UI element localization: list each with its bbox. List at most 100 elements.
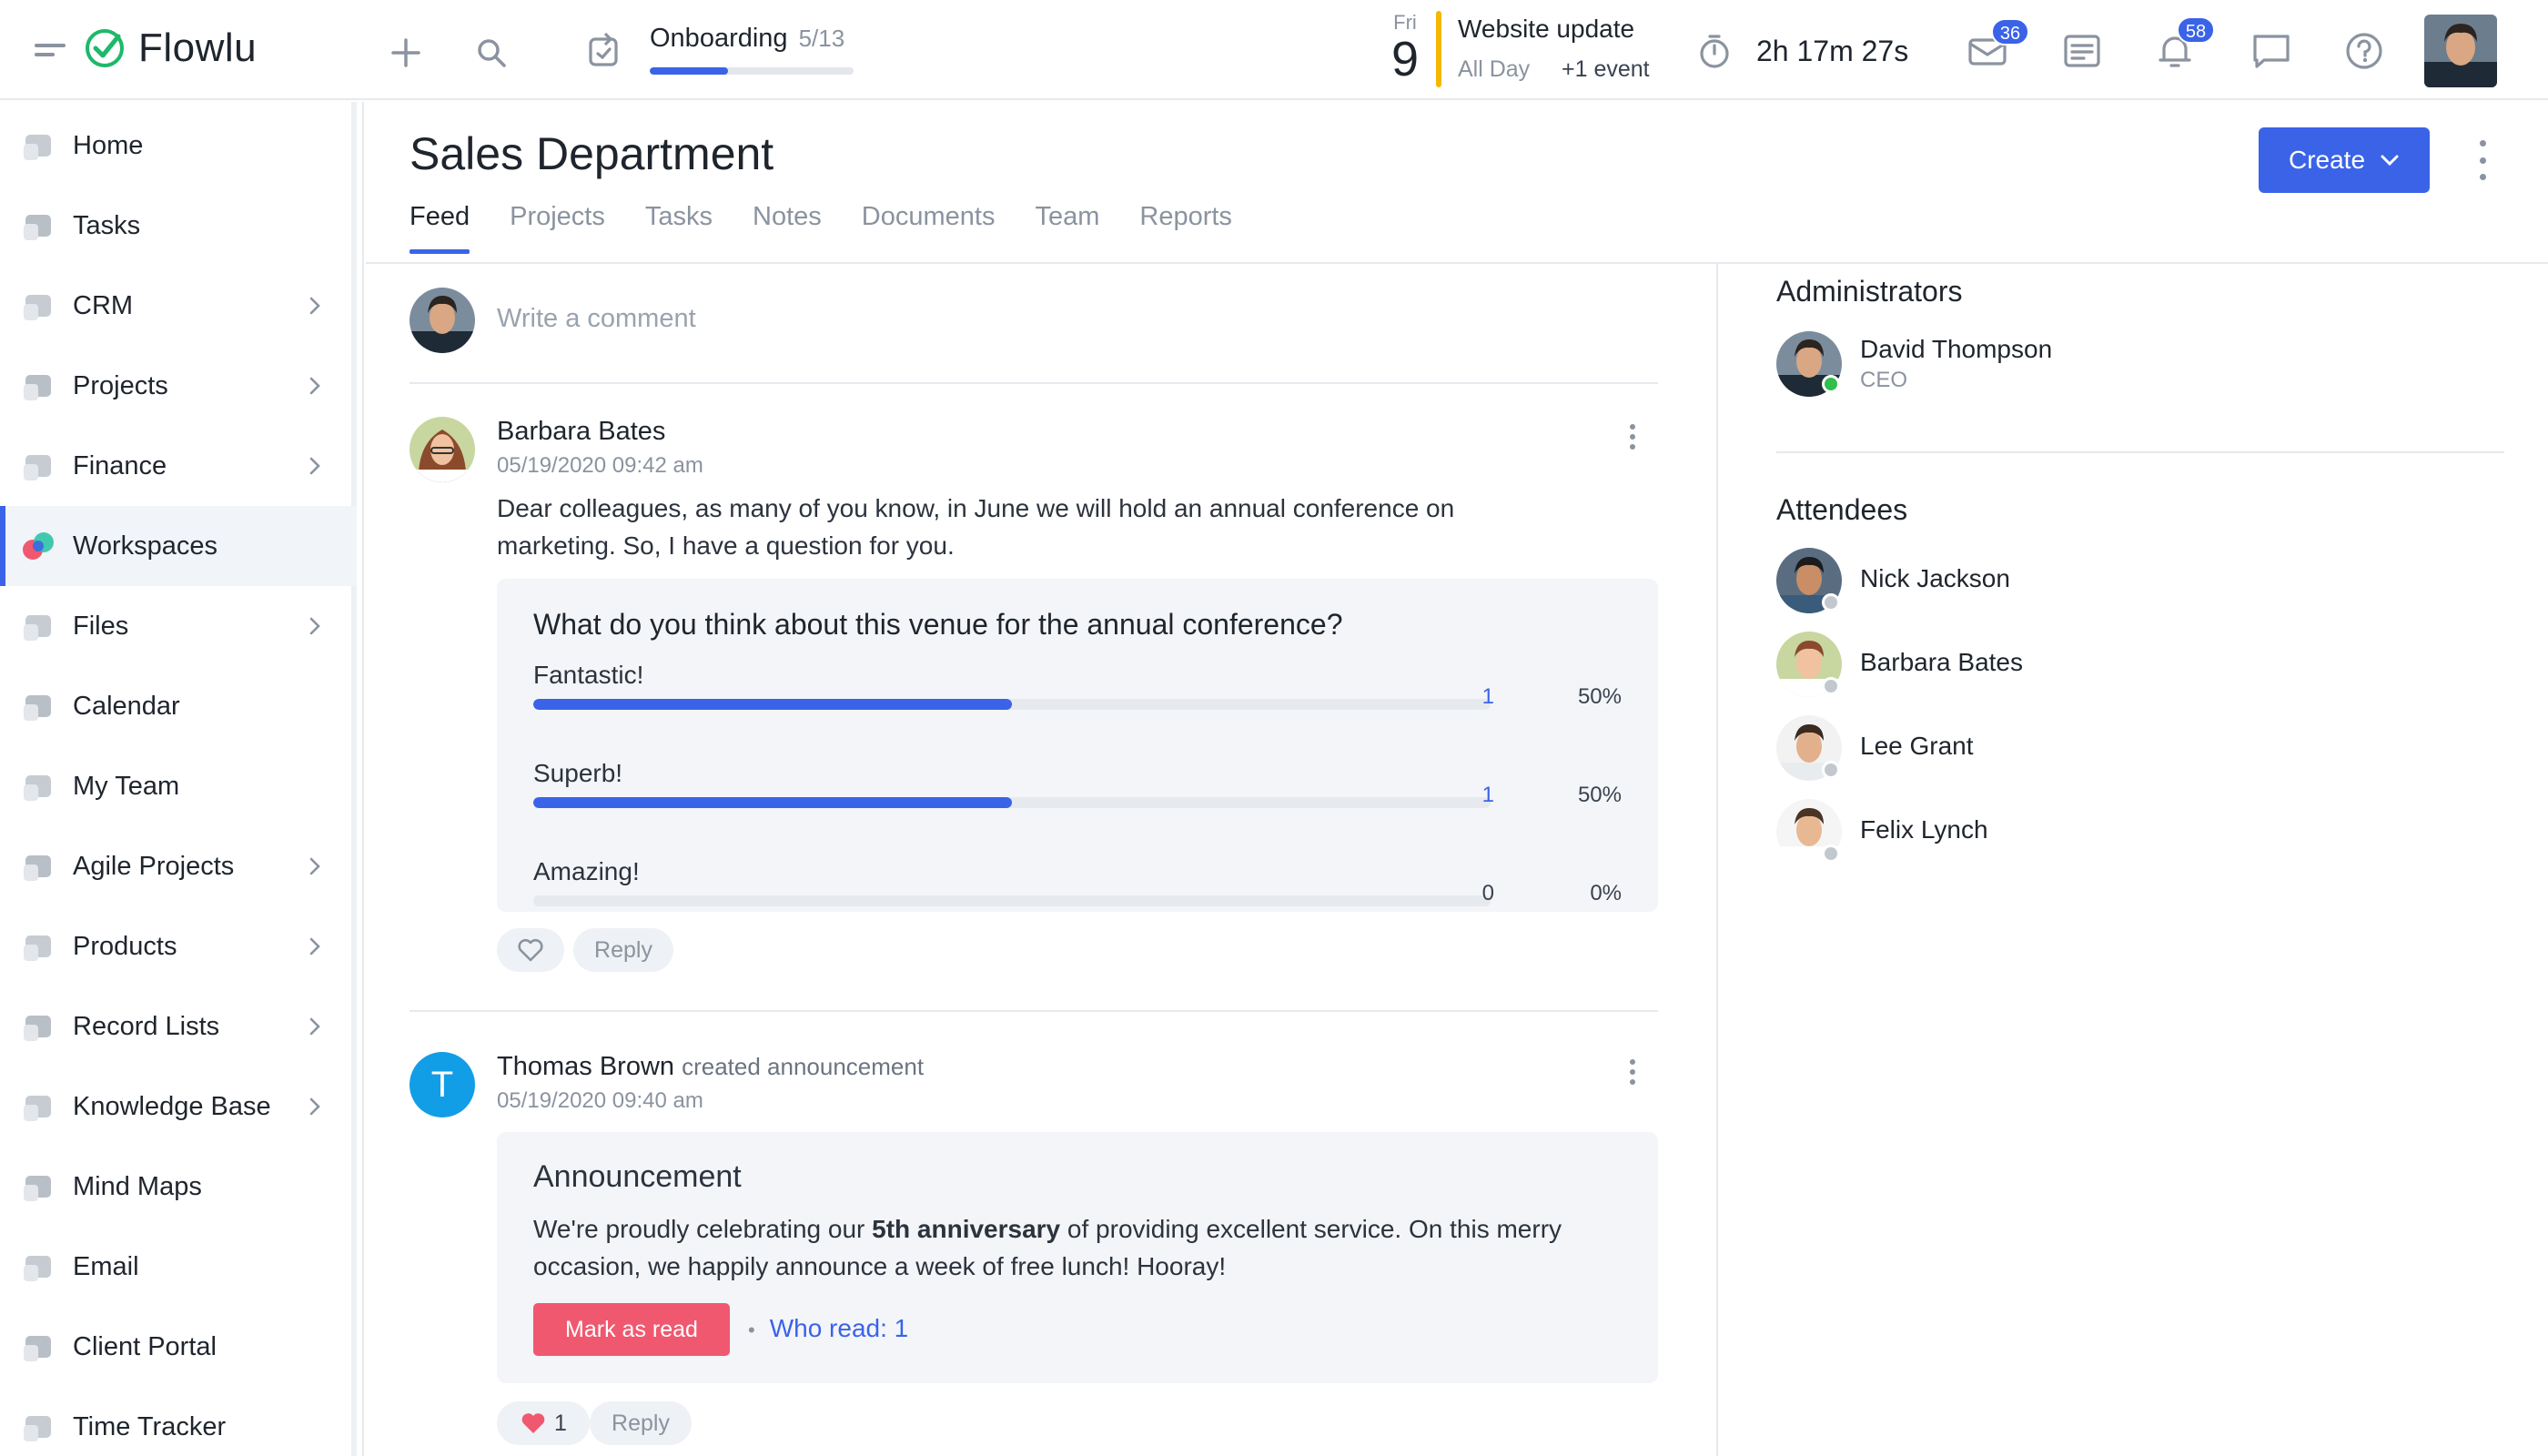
add-icon[interactable] <box>386 33 426 73</box>
sidebar-item-label: Tasks <box>73 210 141 240</box>
sidebar-item-client-portal[interactable]: Client Portal <box>0 1307 357 1387</box>
onboarding-link[interactable]: Onboarding 5/13 <box>650 24 844 54</box>
poll-option-percent: 0% <box>1590 881 1622 905</box>
sidebar-item-finance[interactable]: Finance <box>0 426 357 506</box>
timer-icon[interactable] <box>1694 31 1734 71</box>
post-author[interactable]: Thomas Brown <box>497 1052 674 1081</box>
heart-filled-icon <box>521 1413 545 1433</box>
event-title[interactable]: Website update <box>1458 15 1634 44</box>
sidebar-item-agile-projects[interactable]: Agile Projects <box>0 826 357 906</box>
who-read-link[interactable]: • Who read: 1 <box>748 1314 908 1343</box>
sidebar-item-calendar[interactable]: Calendar <box>0 666 357 746</box>
post-timestamp: 05/19/2020 09:40 am <box>497 1088 703 1113</box>
sidebar-item-email[interactable]: Email <box>0 1227 357 1307</box>
chevron-right-icon <box>309 377 320 395</box>
onboarding-progress-fill <box>650 67 729 75</box>
sidebar-item-label: Projects <box>73 370 168 400</box>
help-icon[interactable] <box>2344 31 2384 71</box>
attendee-name[interactable]: Lee Grant <box>1860 732 1974 761</box>
page-more-icon[interactable] <box>2472 140 2493 180</box>
tab-tasks[interactable]: Tasks <box>645 202 713 254</box>
offline-status-dot <box>1822 677 1840 695</box>
poll-option-bar[interactable] <box>533 699 1491 710</box>
app-logo[interactable]: Flowlu <box>84 25 257 71</box>
calendar-day[interactable]: 9 <box>1380 33 1431 86</box>
onboarding-count: 5/13 <box>798 25 845 52</box>
notes-icon[interactable] <box>2060 31 2104 71</box>
sidebar-item-products[interactable]: Products <box>0 906 357 986</box>
poll-option-bar[interactable] <box>533 797 1491 808</box>
poll-option-label[interactable]: Amazing! <box>533 857 640 886</box>
mark-as-read-button[interactable]: Mark as read <box>533 1303 730 1356</box>
tab-documents[interactable]: Documents <box>862 202 996 254</box>
sidebar-item-label: Finance <box>73 450 167 480</box>
timer-value[interactable]: 2h 17m 27s <box>1756 35 1908 68</box>
sidebar-item-workspaces[interactable]: Workspaces <box>0 506 357 586</box>
attendee-name[interactable]: Barbara Bates <box>1860 648 2023 677</box>
poll-option-label[interactable]: Superb! <box>533 759 622 788</box>
reply-button[interactable]: Reply <box>573 928 673 972</box>
admin-divider <box>1776 451 2504 453</box>
top-bar: Flowlu Onboarding 5/13 Fri 9 Website upda… <box>0 0 2548 100</box>
onboarding-icon[interactable] <box>582 27 628 73</box>
mail-button[interactable]: 36 <box>1966 18 2029 71</box>
poll-option-percent: 50% <box>1577 783 1622 807</box>
tab-projects[interactable]: Projects <box>510 202 605 254</box>
sidebar-item-files[interactable]: Files <box>0 586 357 666</box>
author-avatar[interactable]: T <box>410 1052 475 1117</box>
chevron-right-icon <box>309 937 320 956</box>
agile-icon <box>20 848 56 885</box>
create-button-label: Create <box>2288 146 2366 174</box>
event-more-link[interactable]: +1 event <box>1562 56 1650 83</box>
tab-team[interactable]: Team <box>1035 202 1099 254</box>
calendar-icon <box>20 688 56 724</box>
sidebar-item-time-tracker[interactable]: Time Tracker <box>0 1387 357 1456</box>
sidebar-item-tasks[interactable]: Tasks <box>0 186 357 266</box>
post-text: Dear colleagues, as many of you know, in… <box>497 494 1455 560</box>
sidebar-item-label: Mind Maps <box>73 1171 202 1201</box>
sidebar-item-my-team[interactable]: My Team <box>0 746 357 826</box>
notifications-button[interactable]: 58 <box>2155 16 2215 73</box>
search-icon[interactable] <box>471 33 511 73</box>
post-more-icon[interactable] <box>1622 1059 1643 1085</box>
poll-option-votes[interactable]: 0 <box>1458 881 1494 906</box>
sidebar-item-knowledge-base[interactable]: Knowledge Base <box>0 1067 357 1147</box>
comment-input[interactable]: Write a comment <box>497 304 1589 334</box>
reply-button[interactable]: Reply <box>590 1401 692 1445</box>
sidebar-item-home[interactable]: Home <box>0 106 357 186</box>
poll-option-votes[interactable]: 1 <box>1458 684 1494 710</box>
post-author[interactable]: Barbara Bates <box>497 417 665 447</box>
sidebar-item-mind-maps[interactable]: Mind Maps <box>0 1147 357 1227</box>
app-name: Flowlu <box>138 25 258 70</box>
admin-name[interactable]: David Thompson <box>1860 335 2052 364</box>
attendee-name[interactable]: Nick Jackson <box>1860 564 2010 593</box>
poll-option-bar[interactable] <box>533 895 1491 906</box>
tab-feed[interactable]: Feed <box>410 202 470 254</box>
sidebar-item-record-lists[interactable]: Record Lists <box>0 986 357 1067</box>
poll-option-label[interactable]: Fantastic! <box>533 661 643 690</box>
sidebar-item-projects[interactable]: Projects <box>0 346 357 426</box>
like-button[interactable]: 1 <box>497 1401 590 1445</box>
flowlu-logo-icon <box>86 29 124 67</box>
post-more-icon[interactable] <box>1622 424 1643 450</box>
post-author-line: Thomas Brown created announcement <box>497 1052 924 1082</box>
like-count: 1 <box>554 1410 567 1436</box>
author-avatar[interactable] <box>410 417 475 482</box>
attendee-name[interactable]: Felix Lynch <box>1860 815 1988 844</box>
sidebar-item-label: Calendar <box>73 691 180 721</box>
tab-reports[interactable]: Reports <box>1139 202 1232 254</box>
sidebar-item-label: Email <box>73 1251 139 1281</box>
admin-role: CEO <box>1860 368 1908 392</box>
tab-notes[interactable]: Notes <box>753 202 822 254</box>
create-button[interactable]: Create <box>2259 127 2430 193</box>
sidebar: Home Tasks CRM Projects Finance Workspaces Fil… <box>0 102 364 1456</box>
poll-option-votes[interactable]: 1 <box>1458 783 1494 808</box>
workspaces-icon <box>20 528 56 564</box>
menu-toggle-icon[interactable] <box>35 44 66 58</box>
sidebar-item-label: Record Lists <box>73 1011 220 1041</box>
files-icon <box>20 608 56 644</box>
sidebar-item-crm[interactable]: CRM <box>0 266 357 346</box>
like-button[interactable] <box>497 928 564 972</box>
user-avatar[interactable] <box>2424 15 2497 87</box>
chat-icon[interactable] <box>2250 31 2293 71</box>
